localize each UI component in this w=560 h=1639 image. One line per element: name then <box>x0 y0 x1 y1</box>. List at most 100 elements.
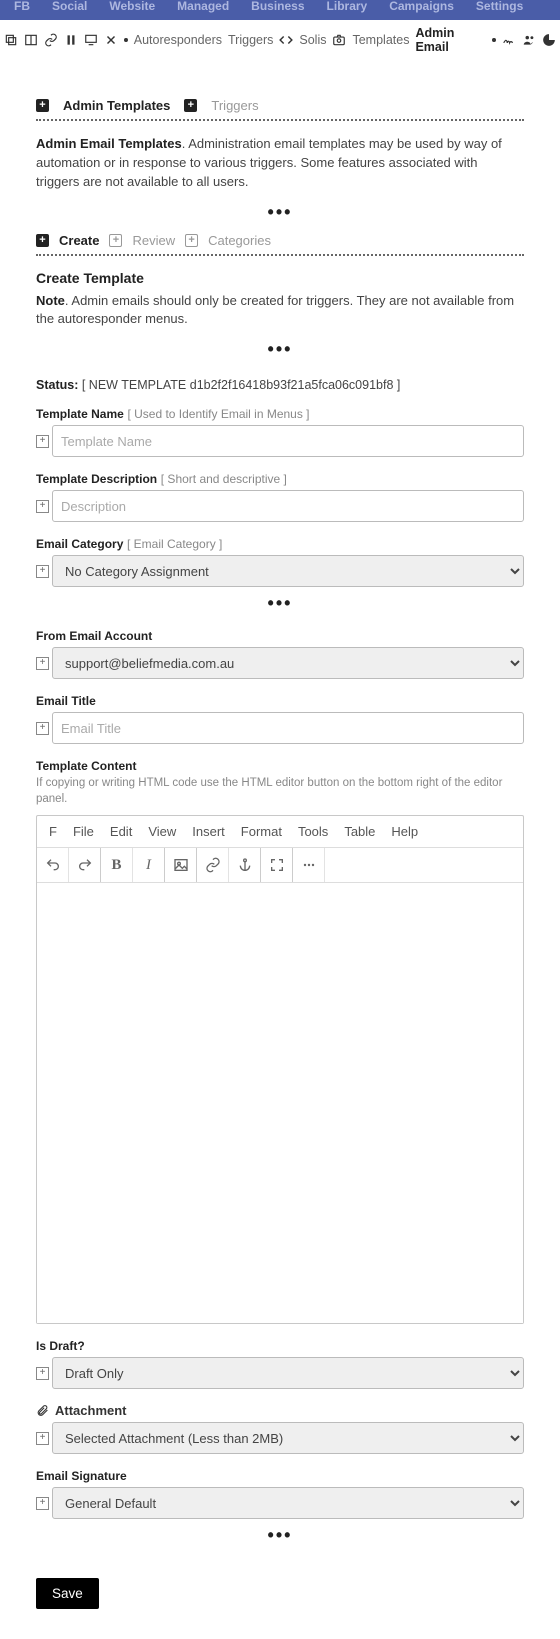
expand-icon[interactable]: + <box>36 1357 52 1389</box>
breadcrumb-triggers[interactable]: Triggers <box>228 33 273 47</box>
is-draft-select[interactable]: Draft Only <box>52 1357 524 1389</box>
copy-icon[interactable] <box>4 33 18 47</box>
template-description-label: Template Description [ Short and descrip… <box>36 471 524 486</box>
pause-icon[interactable] <box>64 33 78 47</box>
more-icon[interactable] <box>293 848 325 882</box>
pie-chart-icon[interactable] <box>542 33 556 47</box>
bold-icon[interactable]: B <box>101 848 133 882</box>
status-line: Status: [ NEW TEMPLATE d1b2f2f16418b93f2… <box>36 378 524 392</box>
plus-icon[interactable]: + <box>109 234 122 247</box>
main-content: + Admin Templates + Triggers Admin Email… <box>0 60 560 1639</box>
italic-icon[interactable]: I <box>133 848 165 882</box>
columns-icon[interactable] <box>24 33 38 47</box>
subtab-create[interactable]: Create <box>59 233 99 248</box>
plus-icon[interactable]: + <box>36 99 49 112</box>
save-button[interactable]: Save <box>36 1578 99 1609</box>
subtab-categories[interactable]: Categories <box>208 233 271 248</box>
tab-admin-templates[interactable]: Admin Templates <box>63 98 170 113</box>
undo-icon[interactable] <box>37 848 69 882</box>
image-icon[interactable] <box>165 848 197 882</box>
tab-triggers[interactable]: Triggers <box>211 98 258 113</box>
expand-icon[interactable]: + <box>36 1422 52 1454</box>
nav-campaigns[interactable]: Campaigns <box>389 0 454 12</box>
nav-managed[interactable]: Managed <box>177 0 229 12</box>
monitor-icon[interactable] <box>84 33 98 47</box>
signature-icon[interactable] <box>502 33 516 47</box>
expand-icon[interactable]: + <box>36 555 52 587</box>
ellipsis-divider-icon: ••• <box>36 202 524 223</box>
editor-body[interactable] <box>37 883 523 1323</box>
from-email-select[interactable]: support@beliefmedia.com.au <box>52 647 524 679</box>
status-value: [ NEW TEMPLATE d1b2f2f16418b93f21a5fca06… <box>82 378 401 392</box>
ellipsis-divider-icon: ••• <box>36 1525 524 1546</box>
users-icon[interactable] <box>522 33 536 47</box>
dot-separator-icon <box>124 38 128 42</box>
subtab-review[interactable]: Review <box>132 233 175 248</box>
plus-icon[interactable]: + <box>184 99 197 112</box>
editor-menu-help[interactable]: Help <box>391 824 418 839</box>
from-email-label: From Email Account <box>36 628 524 643</box>
nav-library[interactable]: Library <box>327 0 368 12</box>
editor-menu-insert[interactable]: Insert <box>192 824 225 839</box>
fullscreen-icon[interactable] <box>261 848 293 882</box>
editor-menu-table[interactable]: Table <box>344 824 375 839</box>
template-name-label: Template Name [ Used to Identify Email i… <box>36 406 524 421</box>
rich-text-editor: F File Edit View Insert Format Tools Tab… <box>36 815 524 1324</box>
code-icon[interactable] <box>279 33 293 47</box>
editor-menu-tools[interactable]: Tools <box>298 824 328 839</box>
paperclip-icon <box>36 1404 49 1417</box>
email-title-label: Email Title <box>36 693 524 708</box>
editor-menu-file[interactable]: File <box>73 824 94 839</box>
template-name-input[interactable] <box>52 425 524 457</box>
link-icon[interactable] <box>44 33 58 47</box>
plus-icon[interactable]: + <box>185 234 198 247</box>
attachment-select[interactable]: Selected Attachment (Less than 2MB) <box>52 1422 524 1454</box>
nav-fb[interactable]: FB <box>14 0 30 12</box>
email-category-select[interactable]: No Category Assignment <box>52 555 524 587</box>
note-text: Note. Admin emails should only be create… <box>36 292 524 330</box>
close-icon[interactable] <box>104 33 118 47</box>
divider <box>36 254 524 256</box>
status-label: Status: <box>36 378 78 392</box>
breadcrumb-admin-email[interactable]: Admin Email <box>415 26 486 54</box>
email-title-input[interactable] <box>52 712 524 744</box>
intro-bold: Admin Email Templates <box>36 136 182 151</box>
breadcrumb-autoresponders[interactable]: Autoresponders <box>134 33 222 47</box>
expand-icon[interactable]: + <box>36 647 52 679</box>
note-rest: . Admin emails should only be created fo… <box>36 293 514 327</box>
is-draft-label: Is Draft? <box>36 1338 524 1353</box>
nav-settings[interactable]: Settings <box>476 0 523 12</box>
sub-tabs: + Create + Review + Categories <box>36 233 524 248</box>
redo-icon[interactable] <box>69 848 101 882</box>
editor-menu-format[interactable]: Format <box>241 824 282 839</box>
ellipsis-divider-icon: ••• <box>36 593 524 614</box>
link-icon[interactable] <box>197 848 229 882</box>
breadcrumb-templates[interactable]: Templates <box>352 33 409 47</box>
expand-icon[interactable]: + <box>36 1487 52 1519</box>
breadcrumb-row: Autoresponders Triggers Solis Templates … <box>0 20 560 60</box>
template-content-label: Template Content <box>36 758 524 773</box>
template-content-hint: If copying or writing HTML code use the … <box>36 776 524 807</box>
editor-menubar: F File Edit View Insert Format Tools Tab… <box>37 816 523 848</box>
plus-icon[interactable]: + <box>36 234 49 247</box>
editor-menu-view[interactable]: View <box>148 824 176 839</box>
nav-website[interactable]: Website <box>109 0 155 12</box>
anchor-icon[interactable] <box>229 848 261 882</box>
expand-icon[interactable]: + <box>36 490 52 522</box>
email-signature-label: Email Signature <box>36 1468 524 1483</box>
template-description-input[interactable] <box>52 490 524 522</box>
page-tabs: + Admin Templates + Triggers <box>36 98 524 113</box>
nav-social[interactable]: Social <box>52 0 87 12</box>
editor-toolbar: B I <box>37 848 523 883</box>
intro-text: Admin Email Templates. Administration em… <box>36 135 524 192</box>
expand-icon[interactable]: + <box>36 712 52 744</box>
top-nav: FB Social Website Managed Business Libra… <box>0 0 560 20</box>
breadcrumb-solis[interactable]: Solis <box>299 33 326 47</box>
editor-menu-f[interactable]: F <box>49 824 57 839</box>
expand-icon[interactable]: + <box>36 425 52 457</box>
camera-icon[interactable] <box>332 33 346 47</box>
email-signature-select[interactable]: General Default <box>52 1487 524 1519</box>
ellipsis-divider-icon: ••• <box>36 339 524 360</box>
editor-menu-edit[interactable]: Edit <box>110 824 132 839</box>
nav-business[interactable]: Business <box>251 0 304 12</box>
